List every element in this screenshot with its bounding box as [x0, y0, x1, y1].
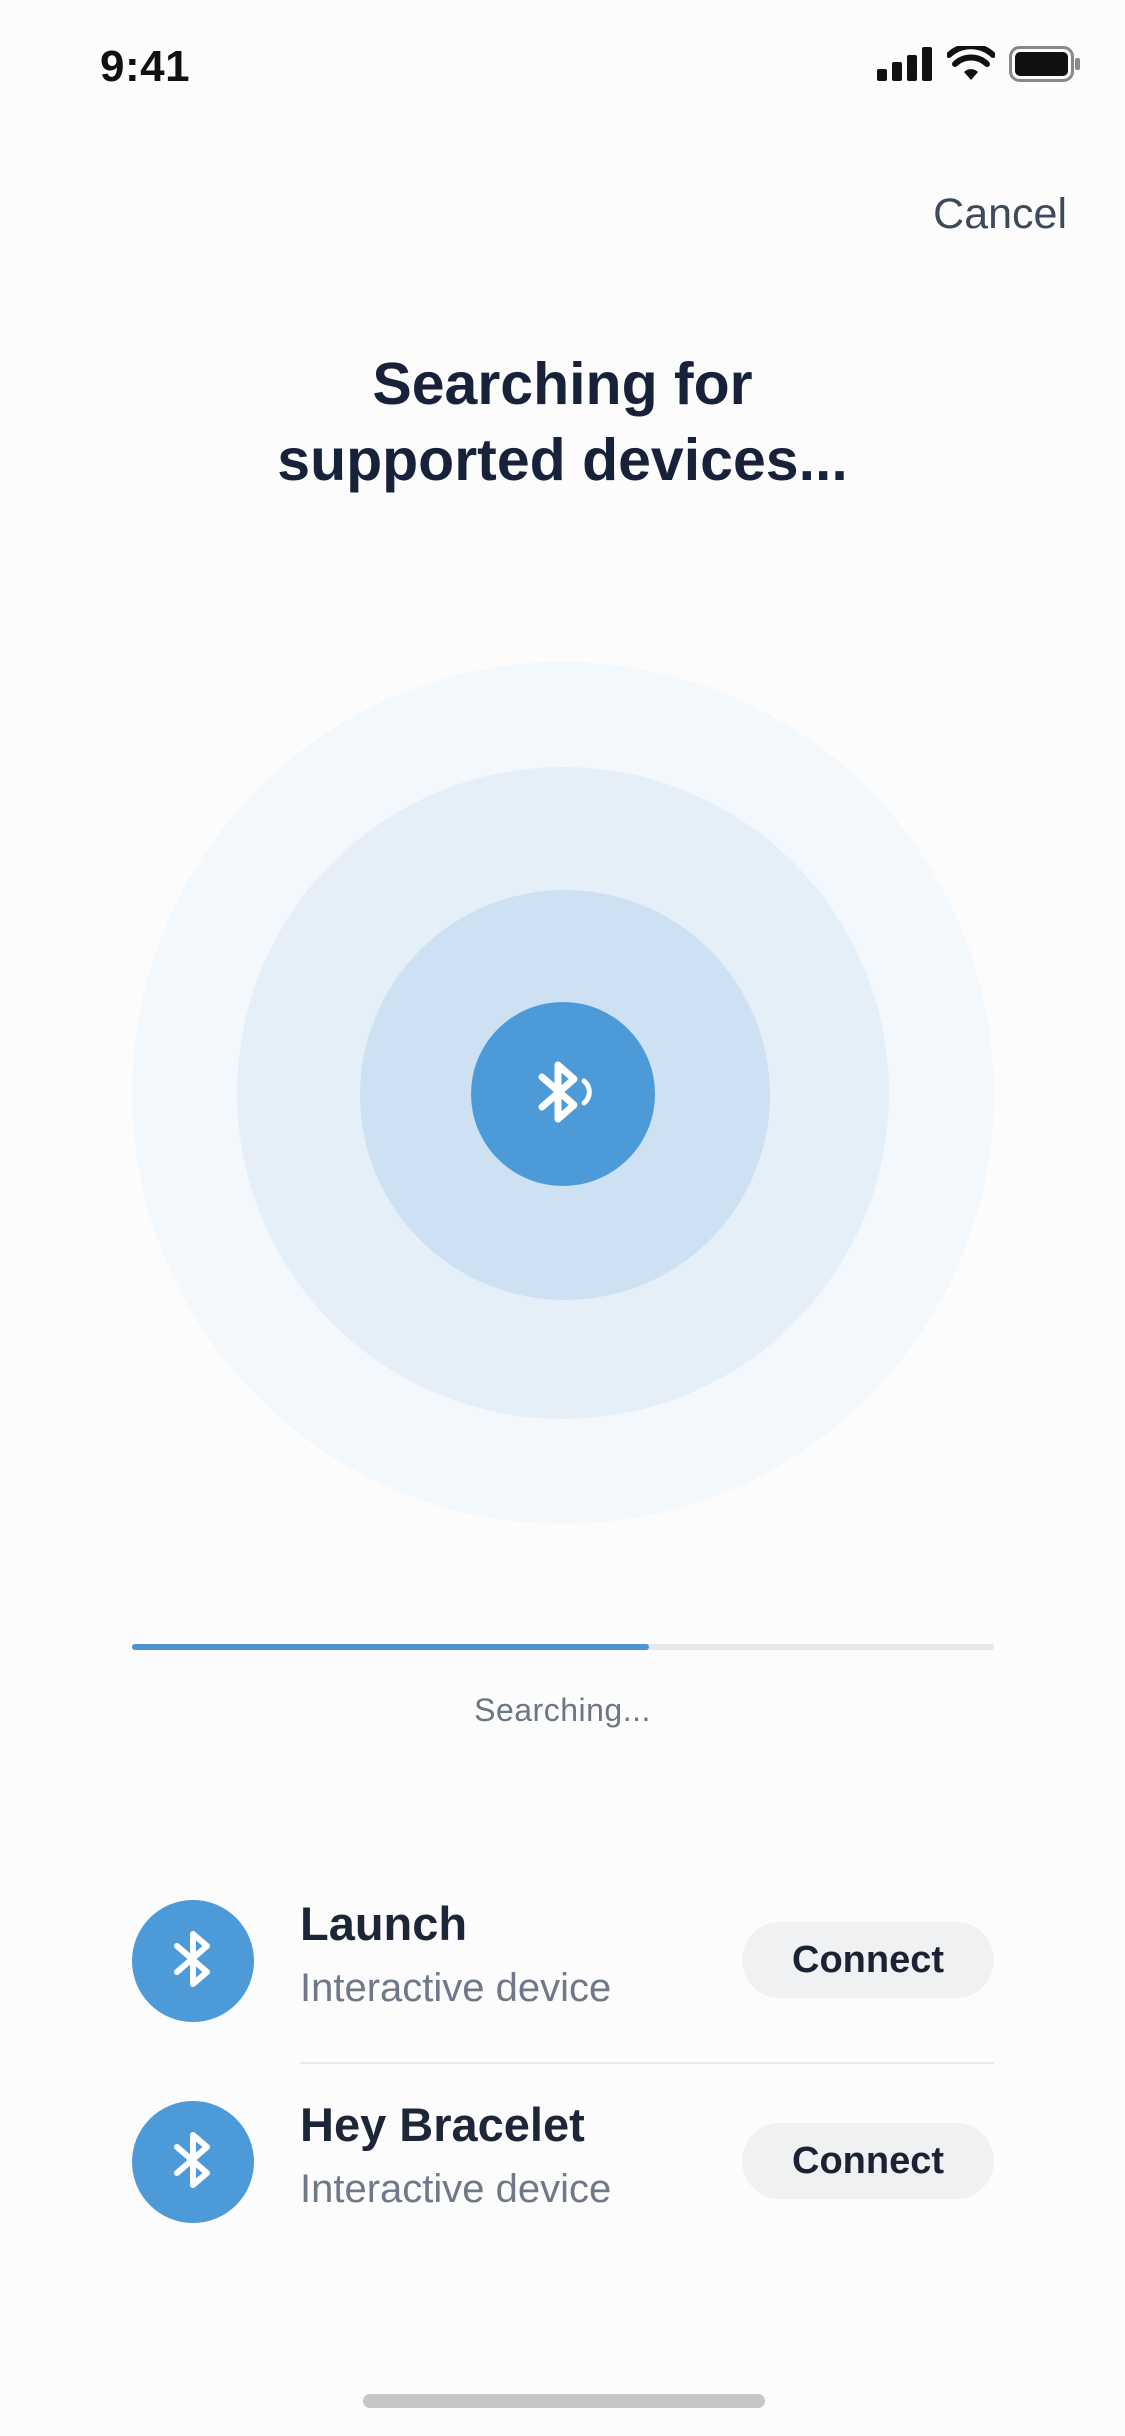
- title-line-2: supported devices...: [277, 427, 848, 493]
- device-type: Interactive device: [300, 2167, 612, 2211]
- title-line-1: Searching for: [372, 351, 753, 417]
- search-progress-bar: [132, 1644, 994, 1650]
- page-title: Searching for supported devices...: [0, 346, 1125, 498]
- search-status-text: Searching...: [474, 1692, 651, 1728]
- device-name: Launch: [300, 1897, 468, 1950]
- home-indicator[interactable]: [363, 2394, 765, 2408]
- connect-button[interactable]: Connect: [742, 1922, 994, 1998]
- device-name: Hey Bracelet: [300, 2098, 585, 2151]
- scanner-center: [471, 1002, 655, 1186]
- device-avatar: [132, 2101, 254, 2223]
- device-list-item: Launch Interactive device Connect: [132, 1897, 994, 2022]
- device-list-item: Hey Bracelet Interactive device Connect: [132, 2098, 994, 2223]
- bluetooth-icon: [163, 1924, 223, 1999]
- device-avatar: [132, 1900, 254, 2022]
- bluetooth-searching-icon: [518, 1047, 608, 1142]
- battery-icon: [1009, 46, 1081, 87]
- list-divider: [300, 2062, 994, 2064]
- signal-icon: [877, 47, 933, 86]
- search-progress-fill: [132, 1644, 650, 1650]
- cancel-button[interactable]: Cancel: [933, 190, 1067, 239]
- bluetooth-icon: [163, 2125, 223, 2200]
- status-icons: [877, 43, 1081, 87]
- connect-button[interactable]: Connect: [742, 2123, 994, 2199]
- status-time: 9:41: [100, 42, 191, 91]
- device-type: Interactive device: [300, 1966, 612, 2010]
- wifi-icon: [946, 43, 996, 87]
